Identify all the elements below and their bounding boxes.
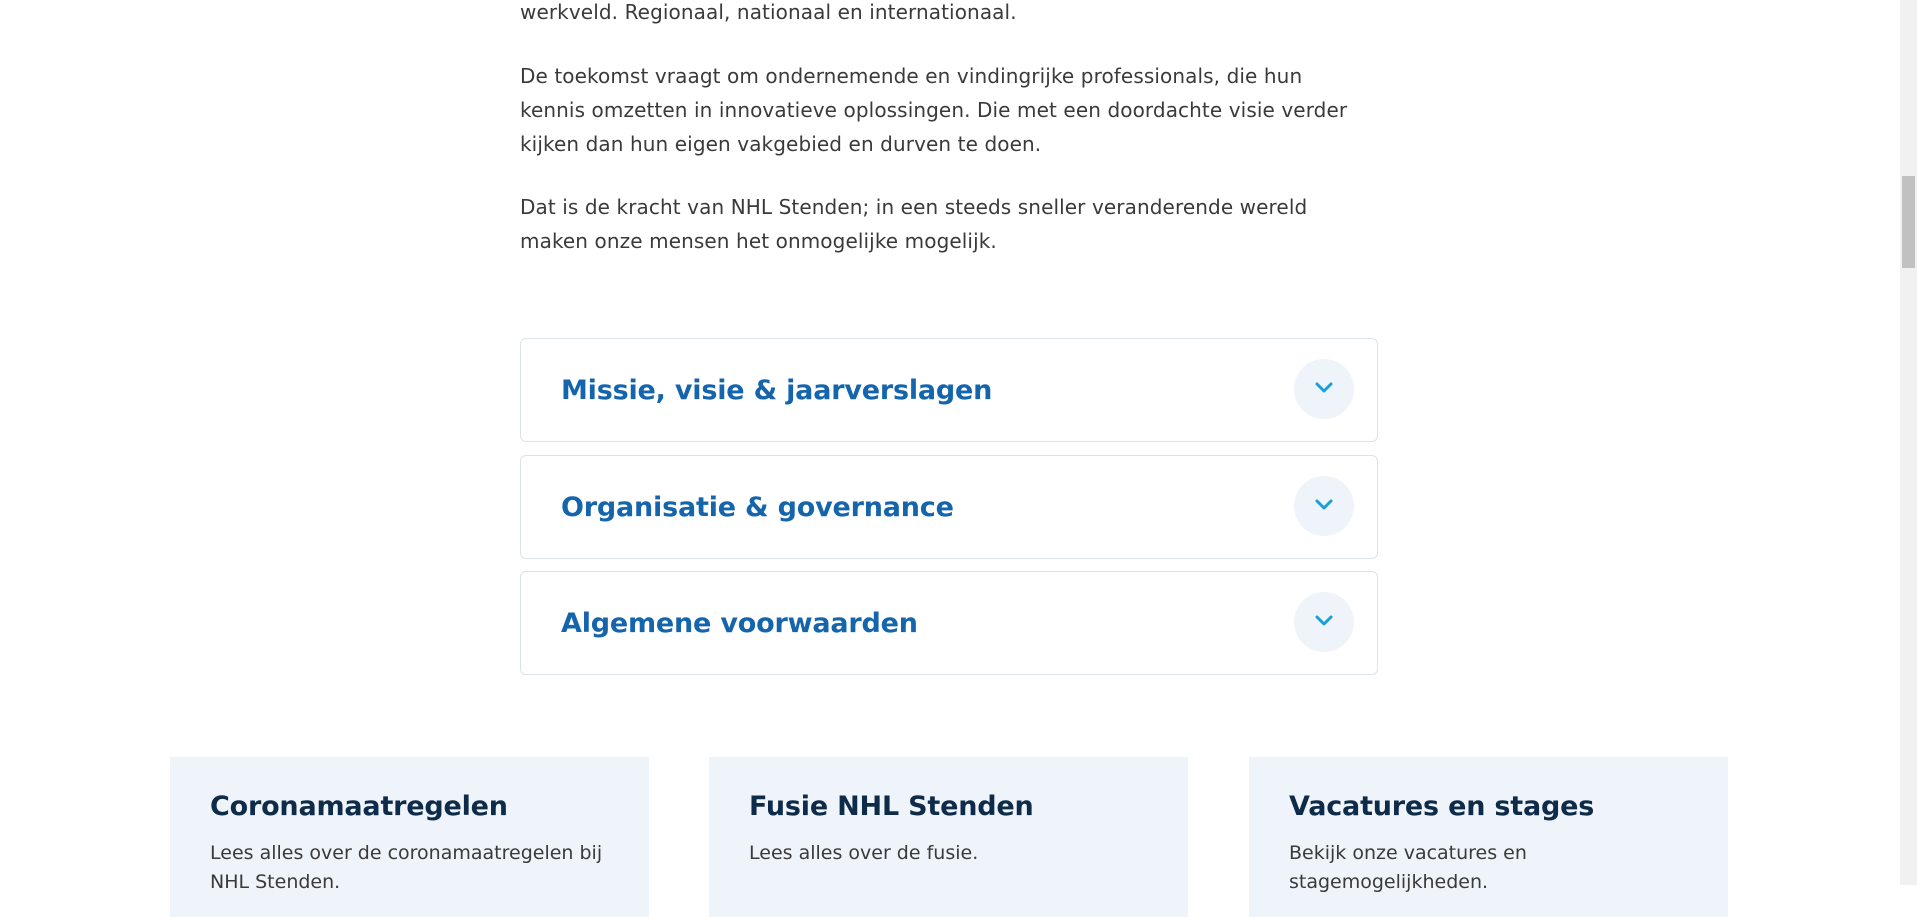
expand-button[interactable] — [1294, 476, 1354, 536]
card-fusie[interactable]: Fusie NHL Stenden Lees alles over de fus… — [709, 757, 1188, 917]
card-title[interactable]: Vacatures en stages — [1289, 791, 1594, 822]
accordion-title[interactable]: Algemene voorwaarden — [561, 608, 918, 639]
accordion-item-missie[interactable]: Missie, visie & jaarverslagen — [520, 338, 1378, 442]
chevron-down-icon — [1315, 499, 1333, 510]
card-text: Lees alles over de coronamaatregelen bij… — [210, 842, 603, 893]
accordion-title[interactable]: Organisatie & governance — [561, 492, 954, 523]
expand-button[interactable] — [1294, 592, 1354, 652]
intro-paragraph: Dat is de kracht van NHL Stenden; in een… — [520, 195, 1308, 253]
card-text: Lees alles over de fusie. — [749, 842, 979, 864]
card-vacatures[interactable]: Vacatures en stages Bekijk onze vacature… — [1249, 757, 1728, 917]
scrollbar-thumb[interactable] — [1902, 176, 1915, 268]
card-title[interactable]: Fusie NHL Stenden — [749, 791, 1034, 822]
chevron-down-icon — [1315, 382, 1333, 393]
accordion-title[interactable]: Missie, visie & jaarverslagen — [561, 375, 992, 406]
intro-paragraph: werkveld. Regionaal, nationaal en intern… — [520, 0, 1017, 24]
intro-paragraph: De toekomst vraagt om ondernemende en vi… — [520, 64, 1348, 156]
card-text: Bekijk onze vacatures en stagemogelijkhe… — [1289, 842, 1527, 893]
card-title[interactable]: Coronamaatregelen — [210, 791, 508, 822]
accordion-item-voorwaarden[interactable]: Algemene voorwaarden — [520, 571, 1378, 675]
expand-button[interactable] — [1294, 359, 1354, 419]
page-scrollbar[interactable] — [1900, 0, 1917, 885]
accordion-item-organisatie[interactable]: Organisatie & governance — [520, 455, 1378, 559]
card-corona[interactable]: Coronamaatregelen Lees alles over de cor… — [170, 757, 649, 917]
chevron-down-icon — [1315, 615, 1333, 626]
